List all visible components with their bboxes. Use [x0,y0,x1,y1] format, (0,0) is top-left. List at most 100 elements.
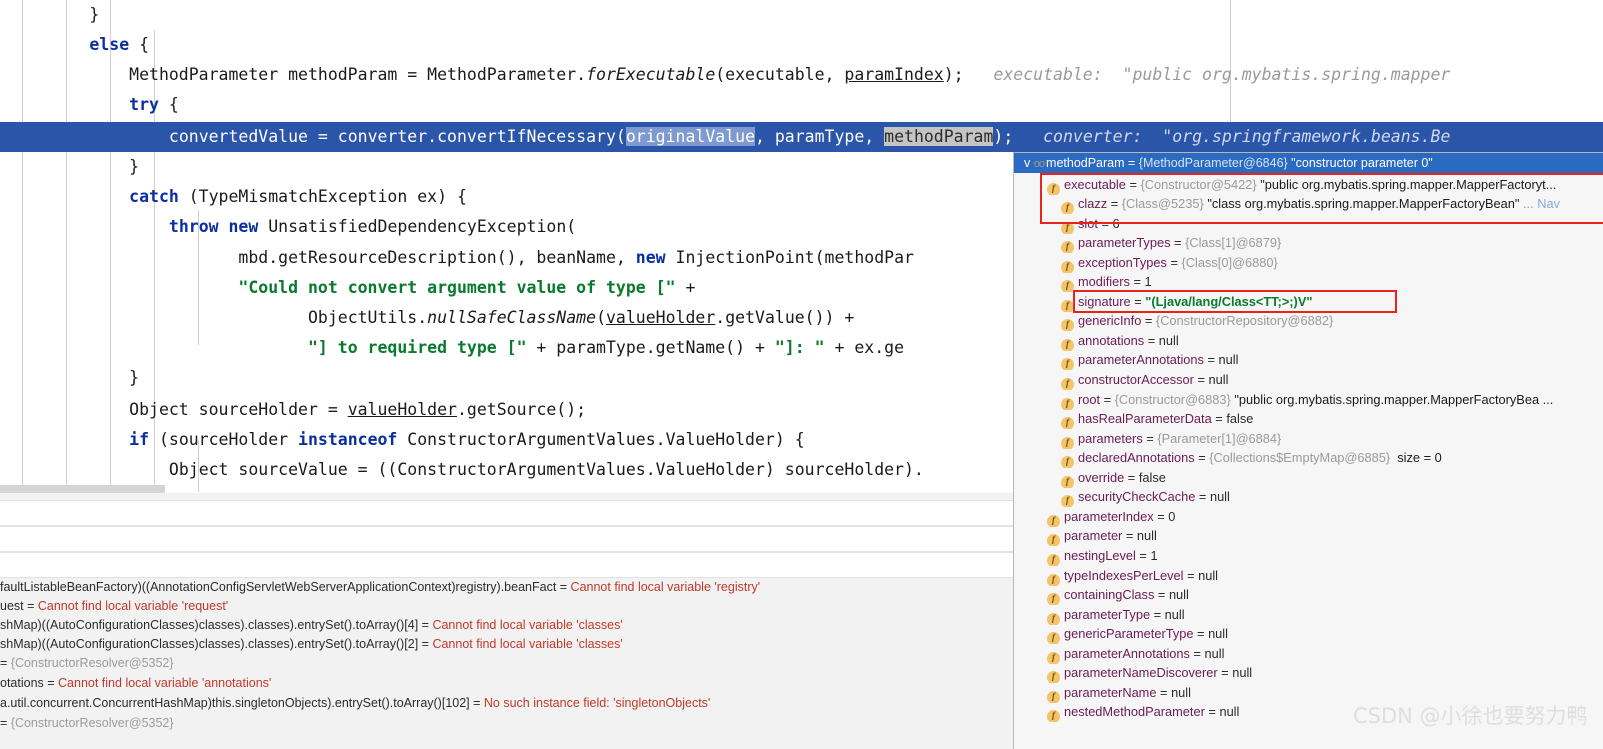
field-name: clazz [1078,196,1108,211]
popup-header-row[interactable]: v oo methodParam = {MethodParameter@6846… [1014,153,1603,173]
field-equals: = [1135,548,1151,563]
panel-stripe [0,526,1013,552]
field-value: 6 [1112,216,1120,231]
field-reference: {Collections$EmptyMap@6885} [1209,450,1391,465]
chevron-right-icon[interactable]: › [1044,153,1048,173]
field-equals: = [1100,392,1115,407]
field-name: parameter [1064,528,1123,543]
field-icon: f [1061,456,1074,468]
field-equals: = [1204,704,1220,719]
popup-variable-name: methodParam [1046,156,1125,170]
field-equals: = [1183,568,1199,583]
variable-reference: {ConstructorResolver@5352} [10,716,174,730]
tree-row[interactable]: f securityCheckCache = null [1061,487,1603,507]
debug-value-popup[interactable]: v oo methodParam = {MethodParameter@6846… [1013,152,1603,749]
field-name: containingClass [1064,587,1155,602]
tree-row[interactable]: f modifiers = 1 [1061,272,1603,292]
variable-row[interactable]: shMap)((AutoConfigurationClasses)classes… [0,635,1013,654]
field-equals: = [1211,411,1227,426]
field-name: genericParameterType [1064,626,1194,641]
variable-expression: = [0,716,11,730]
variable-row[interactable]: uest = Cannot find local variable 'reque… [0,597,1013,616]
tree-row[interactable]: f parameters = {Parameter[1]@6884} [1061,429,1603,449]
field-value: size = 0 [1390,450,1442,465]
tree-row[interactable]: f clazz = {Class@5235} "class org.mybatis… [1061,194,1603,214]
variable-row[interactable]: faultListableBeanFactory)((AnnotationCon… [0,578,1013,597]
field-icon: f [1061,222,1074,234]
tree-row[interactable]: f nestingLevel = 1 [1047,546,1603,566]
tree-row[interactable]: f slot = 6 [1061,214,1603,234]
field-name: securityCheckCache [1078,489,1196,504]
tree-row[interactable]: f typeIndexesPerLevel = null [1047,566,1603,586]
field-name: parameterIndex [1064,509,1154,524]
popup-equals: = [1124,156,1139,170]
field-equals: = [1097,216,1113,231]
tree-row[interactable]: f root = {Constructor@6883} "public org.m… [1061,390,1603,410]
tree-row[interactable]: f executable = {Constructor@5422} "public… [1047,175,1603,195]
field-equals: = [1189,646,1205,661]
scrollbar-thumb[interactable] [0,485,165,493]
field-name: declaredAnnotations [1078,450,1195,465]
tree-row[interactable]: f parameterAnnotations = null [1061,350,1603,370]
variable-expression: a.util.concurrent.ConcurrentHashMap)this… [0,696,484,710]
tree-row[interactable]: f parameterType = null [1047,605,1603,625]
tree-row[interactable]: f parameterTypes = {Class[1]@6879} [1061,233,1603,253]
field-equals: = [1124,470,1139,485]
field-icon: f [1061,261,1074,273]
panel-stripe [0,552,1013,578]
tree-row[interactable]: f parameter = null [1047,526,1603,546]
field-equals: = [1122,528,1137,543]
tree-row[interactable]: f genericInfo = {ConstructorRepository@68… [1061,311,1603,331]
field-value: null [1208,372,1229,387]
field-name: override [1078,470,1125,485]
field-name: parameterType [1064,607,1151,622]
field-equals: = [1129,274,1145,289]
tree-row[interactable]: f parameterAnnotations = null [1047,644,1603,664]
variable-error: Cannot find local variable 'classes' [432,618,623,632]
variable-expression: uest = [0,599,38,613]
field-name: annotations [1078,333,1145,348]
code-line[interactable]: else { [0,30,1603,60]
chevron-down-icon[interactable]: ⌄ [1030,153,1039,173]
field-icon: f [1047,515,1060,527]
code-line[interactable]: } [0,0,1603,30]
variable-row[interactable]: a.util.concurrent.ConcurrentHashMap)this… [0,694,1013,713]
field-value: null [1232,665,1253,680]
tree-row[interactable]: f override = false [1061,468,1603,488]
tree-row[interactable]: f hasRealParameterData = false [1061,409,1603,429]
code-line[interactable]: MethodParameter methodParam = MethodPara… [0,60,1603,90]
field-icon: f [1061,300,1074,312]
debugger-variables-panel[interactable]: faultListableBeanFactory)((AnnotationCon… [0,493,1013,749]
field-icon: f [1061,241,1074,253]
tree-row[interactable]: f declaredAnnotations = {Collections$Empt… [1061,448,1603,468]
field-name: parameterName [1064,685,1157,700]
variable-error: No such instance field: 'singletonObject… [483,696,711,710]
field-equals: = [1195,489,1210,504]
field-equals: = [1142,431,1158,446]
tree-row[interactable]: f containingClass = null [1047,585,1603,605]
variable-row[interactable]: = {ConstructorResolver@5352} [0,654,1013,673]
field-equals: = [1153,509,1169,524]
variable-row[interactable]: shMap)((AutoConfigurationClasses)classes… [0,616,1013,635]
field-name: parameters [1078,431,1143,446]
tree-row[interactable]: f parameterNameDiscoverer = null [1047,663,1603,683]
tree-row[interactable]: f annotations = null [1061,331,1603,351]
field-icon: f [1061,476,1074,488]
tree-row[interactable]: f exceptionTypes = {Class[0]@6880} [1061,253,1603,273]
code-line[interactable]: try { [0,90,1603,120]
field-name: modifiers [1078,274,1130,289]
tree-row[interactable]: f parameterIndex = 0 [1047,507,1603,527]
field-equals: = [1217,665,1233,680]
field-equals: = [1203,352,1219,367]
field-name: parameterAnnotations [1064,646,1190,661]
code-line-current[interactable]: convertedValue = converter.convertIfNece… [0,122,1603,152]
tree-row[interactable]: f constructorAccessor = null [1061,370,1603,390]
field-icon: f [1047,710,1060,722]
tree-row[interactable]: f signature = "(Ljava/lang/Class<TT;>;)V" [1061,292,1603,312]
field-name: typeIndexesPerLevel [1064,568,1184,583]
field-value: null [1168,587,1189,602]
tree-row[interactable]: f genericParameterType = null [1047,624,1603,644]
panel-stripe [0,500,1013,526]
variable-row[interactable]: = {ConstructorResolver@5352} [0,714,1013,733]
variable-row[interactable]: otations = Cannot find local variable 'a… [0,674,1013,693]
